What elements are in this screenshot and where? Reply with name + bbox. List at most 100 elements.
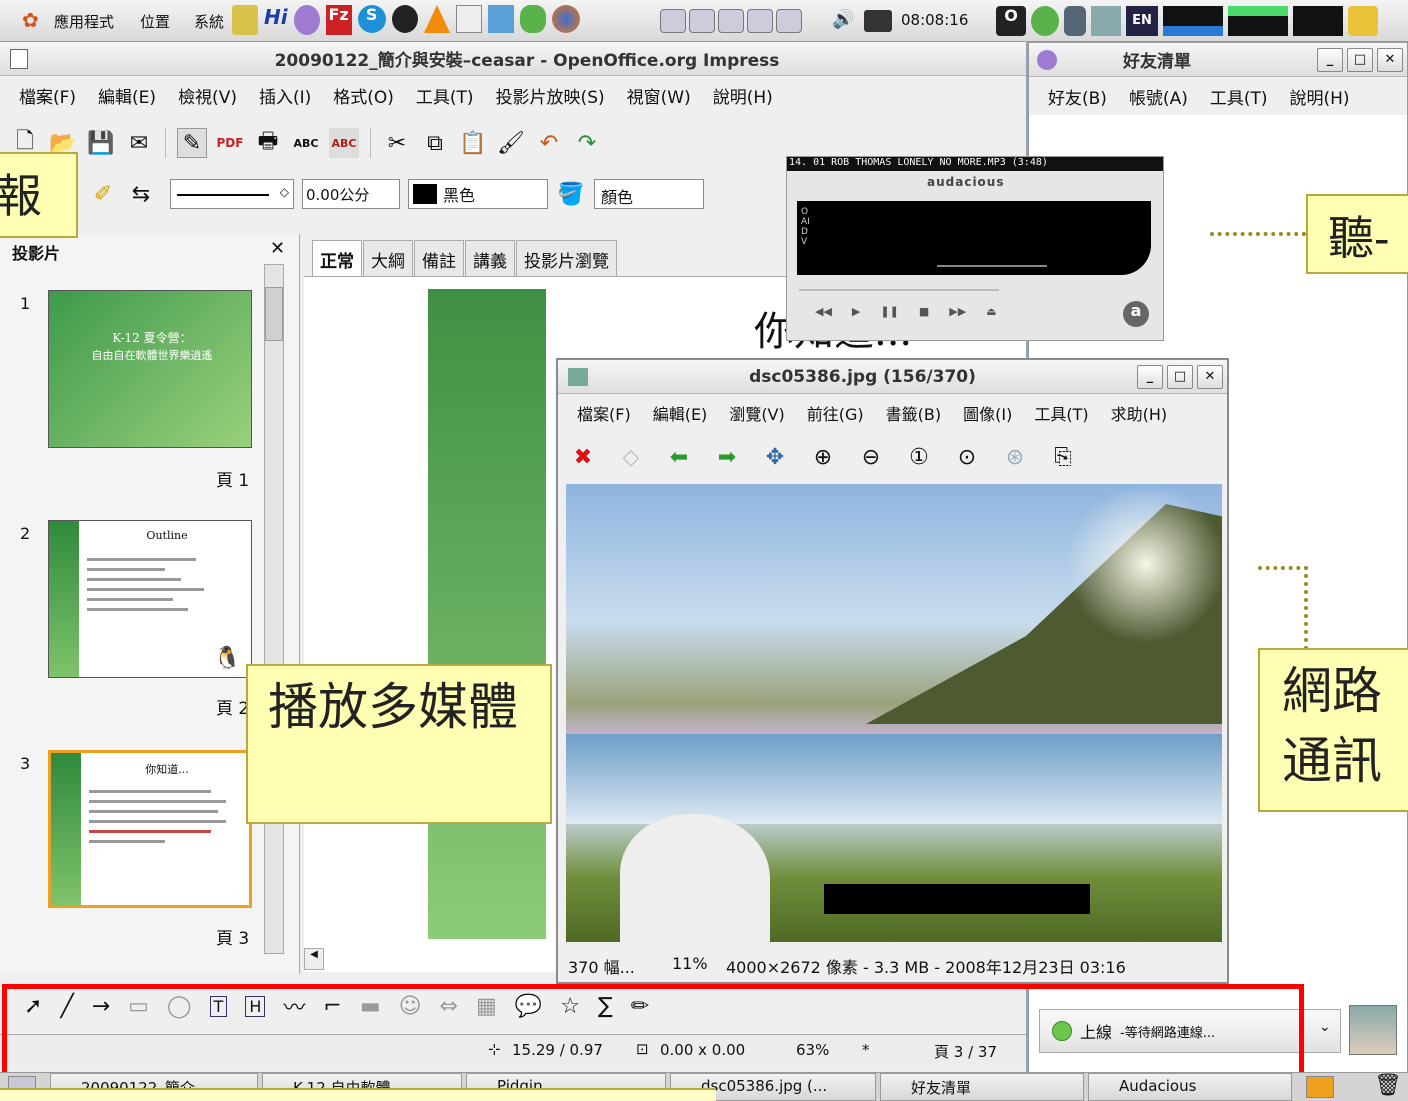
- sheep-icon[interactable]: [519, 5, 546, 33]
- network-icon[interactable]: [1091, 6, 1121, 36]
- zoom-in-icon[interactable]: ⊕: [808, 442, 838, 472]
- autospell-icon[interactable]: ABC: [329, 128, 359, 158]
- slide-thumb-3[interactable]: 你知道...: [48, 750, 252, 908]
- filezilla-icon[interactable]: Fz: [325, 5, 352, 35]
- fill-select[interactable]: 顏色: [594, 179, 704, 209]
- workspace-icon[interactable]: [776, 9, 802, 33]
- line-icon[interactable]: ✐: [88, 179, 118, 209]
- line-color-select[interactable]: 黑色: [408, 179, 548, 209]
- menu-applications[interactable]: 應用程式: [54, 11, 114, 32]
- menu-buddies[interactable]: 好友(B): [1037, 84, 1118, 109]
- move-icon[interactable]: ✥: [760, 442, 790, 472]
- minimize-button[interactable]: _: [1317, 47, 1343, 72]
- pidgin-icon[interactable]: [293, 5, 320, 35]
- workspace-icon[interactable]: [689, 9, 715, 33]
- next-icon[interactable]: ▶▶: [949, 305, 966, 318]
- task-audacious[interactable]: Audacious: [1088, 1073, 1292, 1101]
- menu-view[interactable]: 瀏覽(V): [718, 401, 795, 425]
- menu-edit[interactable]: 編輯(E): [87, 83, 167, 108]
- keyboard-en-icon[interactable]: EN: [1126, 6, 1158, 36]
- close-pane-icon[interactable]: ✕: [270, 238, 285, 259]
- zoom-normal-icon[interactable]: ①: [904, 442, 934, 472]
- forward-arrow-icon[interactable]: ➡: [712, 442, 742, 472]
- buddy-avatar[interactable]: [1349, 1005, 1397, 1055]
- hinet-icon[interactable]: Hi: [264, 5, 288, 35]
- delete-icon[interactable]: ✖: [568, 442, 598, 472]
- battery-icon[interactable]: [864, 10, 892, 32]
- minimize-button[interactable]: _: [1137, 364, 1163, 389]
- tab-outline[interactable]: 大綱: [363, 240, 413, 278]
- slides-scrollbar[interactable]: [264, 264, 284, 954]
- tray-icon[interactable]: [1031, 6, 1059, 36]
- maximize-button[interactable]: □: [1167, 364, 1193, 389]
- print-icon[interactable]: 🖶: [253, 128, 283, 158]
- trash-icon[interactable]: 🗑: [1374, 1073, 1402, 1098]
- audacious-a-icon[interactable]: a: [1123, 301, 1149, 327]
- menu-view[interactable]: 檢視(V): [167, 83, 248, 108]
- close-button[interactable]: ✕: [1197, 364, 1223, 389]
- menu-file[interactable]: 檔案(F): [566, 401, 642, 425]
- slideshow-icon[interactable]: ⎘: [1048, 442, 1078, 472]
- menu-places[interactable]: 位置: [140, 11, 170, 32]
- menu-bookmarks[interactable]: 書籤(B): [875, 401, 952, 425]
- task-buddy-list[interactable]: 好友清單: [880, 1073, 1084, 1101]
- line-style-select[interactable]: ◇: [170, 179, 294, 209]
- redo-icon[interactable]: ↷: [572, 128, 602, 158]
- undo-icon[interactable]: ↶: [534, 128, 564, 158]
- menu-edit[interactable]: 編輯(E): [642, 401, 719, 425]
- format-paint-icon[interactable]: 🖌: [496, 128, 526, 158]
- ubuntu-logo-icon[interactable]: ✿: [22, 8, 39, 32]
- slide-thumb-2[interactable]: Outline 🐧: [48, 520, 252, 678]
- memory-monitor-icon[interactable]: [1228, 6, 1288, 36]
- editor-icon[interactable]: [455, 5, 482, 33]
- package-icon[interactable]: [487, 5, 514, 33]
- save-icon[interactable]: 💾: [86, 128, 116, 158]
- menu-window[interactable]: 視窗(W): [616, 83, 702, 108]
- slide-thumb-1[interactable]: K-12 夏令營： 自由自在軟體世界樂逍遙: [48, 290, 252, 448]
- maximize-button[interactable]: □: [1347, 47, 1373, 72]
- firefox-icon[interactable]: [551, 5, 580, 33]
- workspace-icon[interactable]: [660, 9, 686, 33]
- cpu-monitor-icon[interactable]: [1163, 6, 1223, 36]
- workspace-switcher[interactable]: [660, 9, 802, 33]
- tray-icon[interactable]: [1064, 6, 1086, 36]
- trash-icon[interactable]: ◇: [616, 442, 646, 472]
- workspace-indicator-icon[interactable]: [1306, 1076, 1334, 1098]
- copy-icon[interactable]: ⧉: [420, 128, 450, 158]
- volume-icon[interactable]: 🔊: [832, 9, 854, 30]
- pause-icon[interactable]: ❚❚: [880, 305, 898, 318]
- menu-accounts[interactable]: 帳號(A): [1118, 84, 1199, 109]
- seek-bar[interactable]: [799, 289, 999, 291]
- menu-tools[interactable]: 工具(T): [1199, 84, 1279, 109]
- camera-icon[interactable]: [391, 5, 418, 33]
- fill-bucket-icon[interactable]: 🪣: [556, 179, 586, 209]
- audacious-titlebar[interactable]: 14. 01 ROB THOMAS LONELY NO MORE.MP3 (3:…: [787, 157, 1163, 171]
- edit-file-icon[interactable]: ✎: [177, 128, 207, 158]
- prev-icon[interactable]: ◀◀: [815, 305, 832, 318]
- launcher-icons[interactable]: Hi Fz S: [232, 5, 580, 35]
- arrow-style-icon[interactable]: ⇆: [126, 179, 156, 209]
- zoom-out-icon[interactable]: ⊖: [856, 442, 886, 472]
- spellcheck-icon[interactable]: ABC: [291, 128, 321, 158]
- paste-icon[interactable]: 📋: [458, 128, 488, 158]
- volume-slider[interactable]: [937, 265, 1047, 267]
- menu-help[interactable]: 說明(H): [702, 83, 784, 108]
- tab-notes[interactable]: 備註: [414, 240, 464, 278]
- line-width-field[interactable]: 0.00公分: [302, 179, 400, 209]
- cut-icon[interactable]: ✂: [382, 128, 412, 158]
- menu-system[interactable]: 系統: [194, 11, 224, 32]
- net-monitor-icon[interactable]: [1293, 6, 1343, 36]
- scroll-thumb[interactable]: [265, 287, 283, 341]
- menu-slideshow[interactable]: 投影片放映(S): [485, 83, 616, 108]
- tray-icons[interactable]: O EN: [996, 6, 1378, 36]
- play-icon[interactable]: ▶: [852, 305, 860, 318]
- impress-titlebar[interactable]: 20090122_簡介與安裝–ceasar - OpenOffice.org I…: [0, 42, 1026, 76]
- stop-icon[interactable]: ■: [919, 305, 929, 318]
- menu-help[interactable]: 說明(H): [1279, 84, 1361, 109]
- viewer-titlebar[interactable]: dsc05386.jpg (156/370) _ □ ✕: [558, 360, 1227, 394]
- menu-tools[interactable]: 工具(T): [405, 83, 485, 108]
- menu-help[interactable]: 求助(H): [1100, 401, 1179, 425]
- close-button[interactable]: ✕: [1377, 47, 1403, 72]
- status-dropdown-icon[interactable]: ⌄: [1319, 1019, 1331, 1035]
- tab-handout[interactable]: 講義: [465, 240, 515, 278]
